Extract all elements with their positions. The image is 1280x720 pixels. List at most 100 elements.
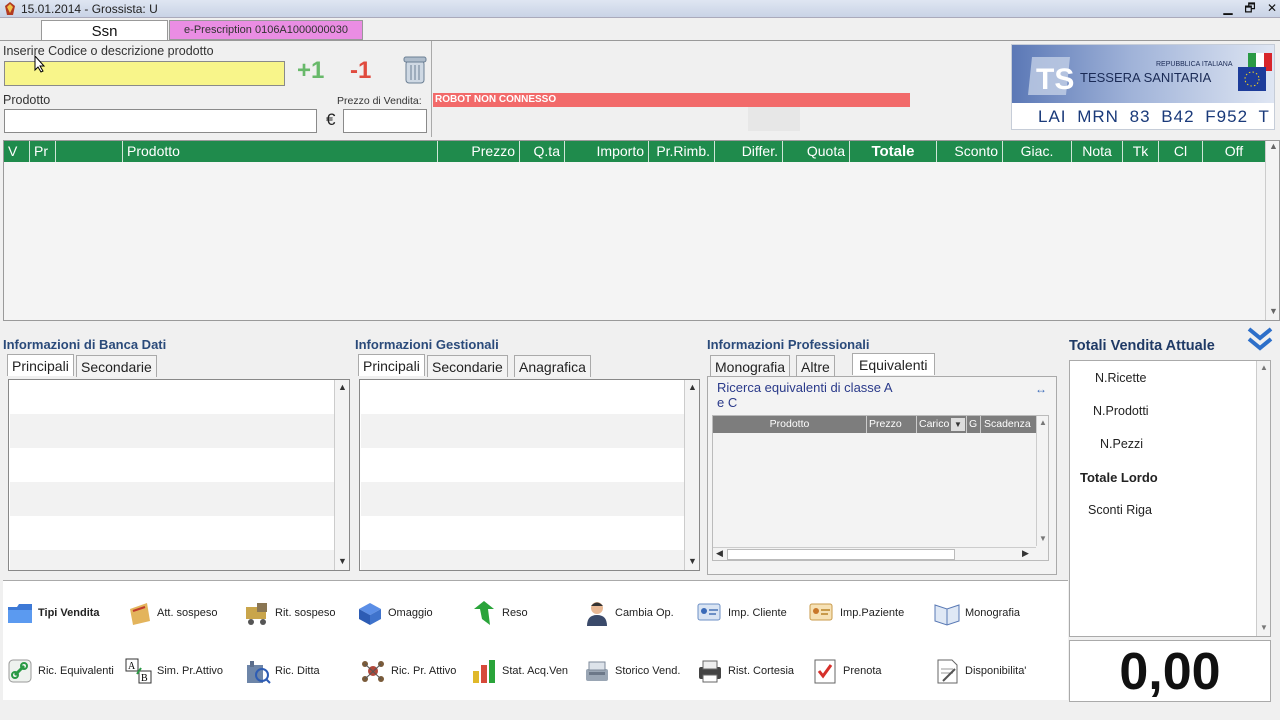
trash-icon[interactable] <box>403 55 427 85</box>
ric-ditta-button[interactable]: Ric. Ditta <box>243 654 320 688</box>
gift-box-icon <box>359 603 381 625</box>
scroll-down-icon[interactable]: ▼ <box>1039 534 1047 543</box>
scroll-down-icon[interactable]: ▼ <box>338 556 347 566</box>
col-giac[interactable]: Giac. <box>1002 141 1071 162</box>
tab-eprescription[interactable]: e-Prescription 0106A1000000030 <box>169 20 363 40</box>
rist-cortesia-button[interactable]: Rist. Cortesia <box>696 654 794 688</box>
tab-banca-principali[interactable]: Principali <box>7 354 74 376</box>
tab-gest-anagrafica[interactable]: Anagrafica <box>514 355 591 377</box>
total-sconti-riga: Sconti Riga <box>1088 503 1152 517</box>
tab-banca-secondarie[interactable]: Secondarie <box>76 355 157 377</box>
equiv-col-scadenza[interactable]: Scadenza <box>980 416 1036 433</box>
equiv-title-1: Ricerca equivalenti di classe A <box>717 380 893 395</box>
col-sconto[interactable]: Sconto <box>936 141 1002 162</box>
col-quota[interactable]: Quota <box>782 141 849 162</box>
prenota-button[interactable]: Prenota <box>811 654 882 688</box>
scroll-up-icon[interactable]: ▲ <box>1269 141 1278 151</box>
disponibilita-button[interactable]: Disponibilita' <box>933 654 1026 688</box>
col-pr[interactable]: Pr <box>29 141 55 162</box>
scroll-up-icon[interactable]: ▲ <box>688 382 697 392</box>
scroll-right-icon[interactable]: ▶ <box>1022 548 1029 559</box>
col-prezzo[interactable]: Prezzo <box>437 141 519 162</box>
minus-one-button[interactable]: -1 <box>350 57 371 85</box>
tab-ssn[interactable]: Ssn <box>41 20 168 41</box>
equiv-col-prezzo[interactable]: Prezzo <box>866 416 916 433</box>
scroll-up-icon[interactable]: ▲ <box>1039 418 1047 427</box>
equiv-hscroll[interactable]: ◀ ▶ <box>713 547 1036 560</box>
equiv-col-g[interactable]: G <box>966 416 980 433</box>
col-cl[interactable]: Cl <box>1158 141 1202 162</box>
hscroll-thumb[interactable] <box>727 549 955 560</box>
col-importo[interactable]: Importo <box>564 141 648 162</box>
cambia-op-button[interactable]: Cambia Op. <box>583 596 674 630</box>
plus-one-button[interactable]: +1 <box>297 57 324 85</box>
equiv-header: Prodotto Prezzo Carico ▼ G Scadenza <box>713 416 1036 433</box>
scroll-up-icon[interactable]: ▲ <box>338 382 347 392</box>
tab-gest-principali[interactable]: Principali <box>358 354 425 376</box>
flags-icon <box>1238 53 1272 91</box>
scroll-down-icon[interactable]: ▼ <box>1269 306 1278 316</box>
product-field[interactable] <box>4 109 317 133</box>
sim-pr-attivo-button[interactable]: AB Sim. Pr.Attivo <box>125 654 223 688</box>
tab-altre[interactable]: Altre <box>796 355 835 377</box>
grid-header: V Pr Prodotto Prezzo Q.ta Importo Pr.Rim… <box>4 141 1265 162</box>
att-sospeso-button[interactable]: Att. sospeso <box>125 596 218 630</box>
restore-button[interactable]: 🗗 <box>1240 1 1260 16</box>
button-label: Omaggio <box>388 607 433 619</box>
row-stripe <box>361 550 684 570</box>
search-input[interactable] <box>4 61 285 86</box>
scroll-down-icon[interactable]: ▼ <box>688 556 697 566</box>
dropdown-arrow-icon[interactable]: ▼ <box>951 418 965 431</box>
equiv-table[interactable]: Prodotto Prezzo Carico ▼ G Scadenza ▲ ▼ … <box>712 415 1049 561</box>
col-off[interactable]: Off <box>1202 141 1265 162</box>
banca-scrollbar[interactable]: ▲ ▼ <box>334 380 349 570</box>
imp-paziente-button[interactable]: Imp.Paziente <box>808 596 904 630</box>
expand-icon[interactable]: ↔ <box>1035 382 1047 396</box>
minimize-button[interactable]: ▁ <box>1218 1 1238 16</box>
tipi-vendita-button[interactable]: Tipi Vendita <box>6 596 100 630</box>
total-nricette: N.Ricette <box>1095 371 1147 385</box>
col-totale[interactable]: Totale <box>849 141 936 162</box>
molecule-icon <box>362 661 384 682</box>
col-prrimb[interactable]: Pr.Rimb. <box>648 141 714 162</box>
col-qta[interactable]: Q.ta <box>519 141 564 162</box>
equiv-vscroll[interactable]: ▲ ▼ <box>1036 416 1048 546</box>
equiv-col-prodotto[interactable]: Prodotto <box>713 416 866 433</box>
monografia-button[interactable]: Monografia <box>933 596 1020 630</box>
stat-acq-ven-button[interactable]: Stat. Acq.Ven <box>470 654 568 688</box>
rit-sospeso-button[interactable]: Rit. sospeso <box>243 596 336 630</box>
scroll-down-icon[interactable]: ▼ <box>1260 623 1268 632</box>
col-v[interactable]: V <box>4 141 29 162</box>
omaggio-button[interactable]: Omaggio <box>356 596 433 630</box>
row-stripe <box>361 414 684 448</box>
equiv-col-carico[interactable]: Carico <box>916 416 951 433</box>
col-blank[interactable] <box>55 141 122 162</box>
ric-pr-attivo-button[interactable]: Ric. Pr. Attivo <box>359 654 456 688</box>
tab-equivalenti[interactable]: Equivalenti <box>852 353 935 375</box>
close-button[interactable]: ✕ <box>1262 1 1280 16</box>
ric-equivalenti-button[interactable]: Ric. Equivalenti <box>6 654 114 688</box>
sales-grid[interactable]: V Pr Prodotto Prezzo Q.ta Importo Pr.Rim… <box>3 140 1280 321</box>
function-bar: Tipi Vendita Att. sospeso Rit. sospeso O… <box>3 580 1068 700</box>
tab-monografia[interactable]: Monografia <box>710 355 791 377</box>
gestionali-scrollbar[interactable]: ▲ ▼ <box>684 380 699 570</box>
equiv-title-2: e C <box>717 395 738 410</box>
totals-scrollbar[interactable]: ▲ ▼ <box>1256 361 1270 636</box>
chevron-down-icon[interactable] <box>1246 326 1274 354</box>
reso-button[interactable]: Reso <box>470 596 528 630</box>
scroll-left-icon[interactable]: ◀ <box>716 548 723 559</box>
col-nota[interactable]: Nota <box>1071 141 1122 162</box>
col-tk[interactable]: Tk <box>1122 141 1158 162</box>
card-title: TESSERA SANITARIA <box>1080 70 1212 85</box>
button-label: Rist. Cortesia <box>728 665 795 677</box>
storico-vend-button[interactable]: Storico Vend. <box>583 654 680 688</box>
col-prodotto[interactable]: Prodotto <box>122 141 437 162</box>
scroll-up-icon[interactable]: ▲ <box>1260 363 1268 372</box>
title-bar: 15.01.2014 - Grossista: U ▁ 🗗 ✕ <box>0 0 1280 18</box>
banca-dati-panel: ▲ ▼ <box>8 379 350 571</box>
tab-gest-secondarie[interactable]: Secondarie <box>427 355 508 377</box>
price-field[interactable] <box>343 109 427 133</box>
imp-cliente-button[interactable]: Imp. Cliente <box>696 596 787 630</box>
col-differ[interactable]: Differ. <box>714 141 782 162</box>
grid-scrollbar[interactable]: ▲ ▼ <box>1265 141 1279 320</box>
